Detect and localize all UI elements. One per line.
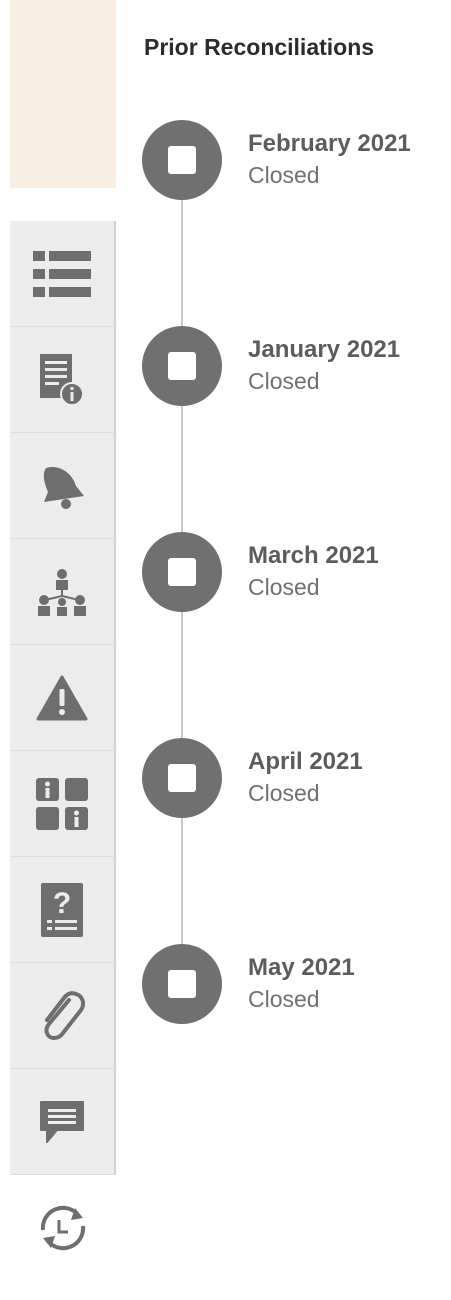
timeline-entry: January 2021 Closed [0, 326, 451, 426]
entry-period[interactable]: March 2021 [248, 542, 379, 570]
entry-status: Closed [248, 368, 320, 394]
stop-square-icon [168, 970, 196, 998]
entry-status: Closed [248, 986, 320, 1012]
stop-square-icon [168, 146, 196, 174]
entry-status: Closed [248, 574, 320, 600]
timeline-entry: April 2021 Closed [0, 738, 451, 838]
bell-icon [38, 462, 86, 510]
list-icon [33, 250, 91, 297]
entry-status: Closed [248, 780, 320, 806]
timeline-node[interactable] [142, 532, 222, 612]
entry-period[interactable]: April 2021 [248, 748, 363, 776]
svg-text:?: ? [53, 887, 71, 920]
comment-icon [39, 1100, 85, 1144]
entry-period[interactable]: May 2021 [248, 954, 355, 982]
entry-status: Closed [248, 162, 320, 188]
timeline-node[interactable] [142, 738, 222, 818]
tab-comments[interactable] [10, 1069, 116, 1175]
timeline-entry: May 2021 Closed [0, 944, 451, 1044]
panel-title: Prior Reconciliations [144, 34, 375, 60]
stop-square-icon [168, 558, 196, 586]
tab-alerts[interactable] [10, 433, 116, 539]
stop-square-icon [168, 352, 196, 380]
warning-icon [36, 675, 88, 721]
tab-list[interactable] [10, 221, 116, 327]
tab-prior-reconciliations[interactable] [10, 1175, 116, 1281]
timeline-entry: March 2021 Closed [0, 532, 451, 632]
timeline-node[interactable] [142, 944, 222, 1024]
history-refresh-icon [35, 1200, 91, 1256]
entry-period[interactable]: January 2021 [248, 336, 400, 364]
timeline-node[interactable] [142, 326, 222, 406]
entry-period[interactable]: February 2021 [248, 130, 411, 158]
stop-square-icon [168, 764, 196, 792]
question-document-icon: ? [41, 882, 83, 937]
timeline-node[interactable] [142, 120, 222, 200]
tab-warnings[interactable] [10, 645, 116, 751]
timeline-entry: February 2021 Closed [0, 120, 451, 220]
